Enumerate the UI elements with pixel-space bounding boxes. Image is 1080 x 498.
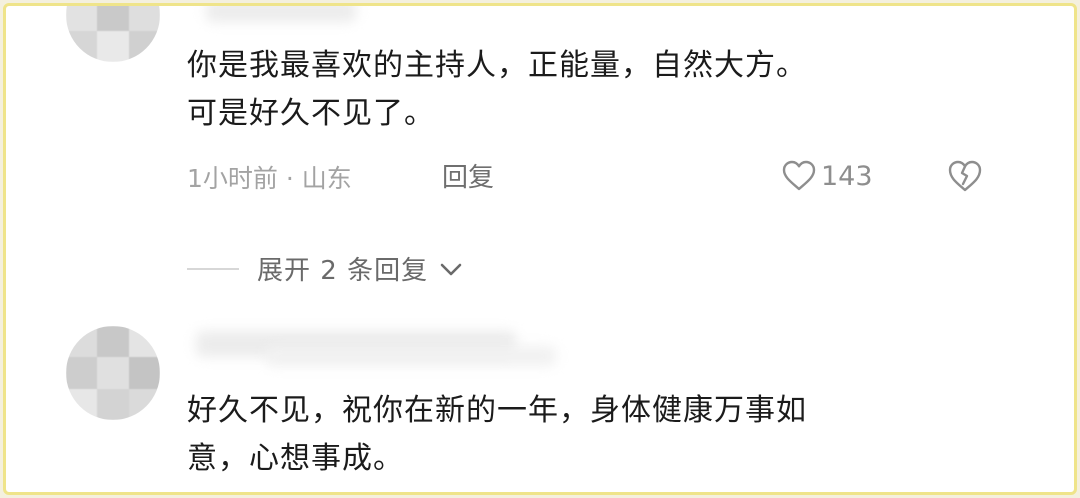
avatar[interactable] — [66, 326, 160, 420]
like-count: 143 — [821, 160, 873, 192]
heart-outline-icon — [782, 160, 816, 191]
comment-text: 好久不见，祝你在新的一年，身体健康万事如 意，心想事成。 — [187, 387, 987, 483]
expand-replies-label: 展开 2 条回复 — [257, 256, 429, 286]
chevron-down-icon — [440, 263, 462, 275]
comment-line: 可是好久不见了。 — [187, 96, 435, 131]
comment-text: 你是我最喜欢的主持人，正能量，自然大方。 可是好久不见了。 — [187, 42, 987, 138]
comment-line: 你是我最喜欢的主持人，正能量，自然大方。 — [187, 48, 807, 83]
username-blurred[interactable] — [206, 6, 356, 22]
expand-replies[interactable]: 展开 2 条回复 — [187, 250, 464, 287]
divider-line — [187, 267, 239, 270]
dislike-button[interactable] — [946, 158, 984, 196]
like-button[interactable]: 143 — [781, 156, 873, 196]
broken-heart-icon — [948, 160, 982, 192]
comment-line: 好久不见，祝你在新的一年，身体健康万事如 — [187, 393, 807, 428]
username-blurred — [266, 346, 556, 366]
screenshot-frame: 你是我最喜欢的主持人，正能量，自然大方。 可是好久不见了。 1小时前 · 山东 … — [3, 3, 1077, 495]
avatar[interactable] — [66, 6, 160, 62]
comment-time-location: 1小时前 · 山东 — [187, 164, 352, 193]
comment-line: 意，心想事成。 — [187, 441, 404, 476]
reply-button[interactable]: 回复 — [442, 157, 494, 194]
